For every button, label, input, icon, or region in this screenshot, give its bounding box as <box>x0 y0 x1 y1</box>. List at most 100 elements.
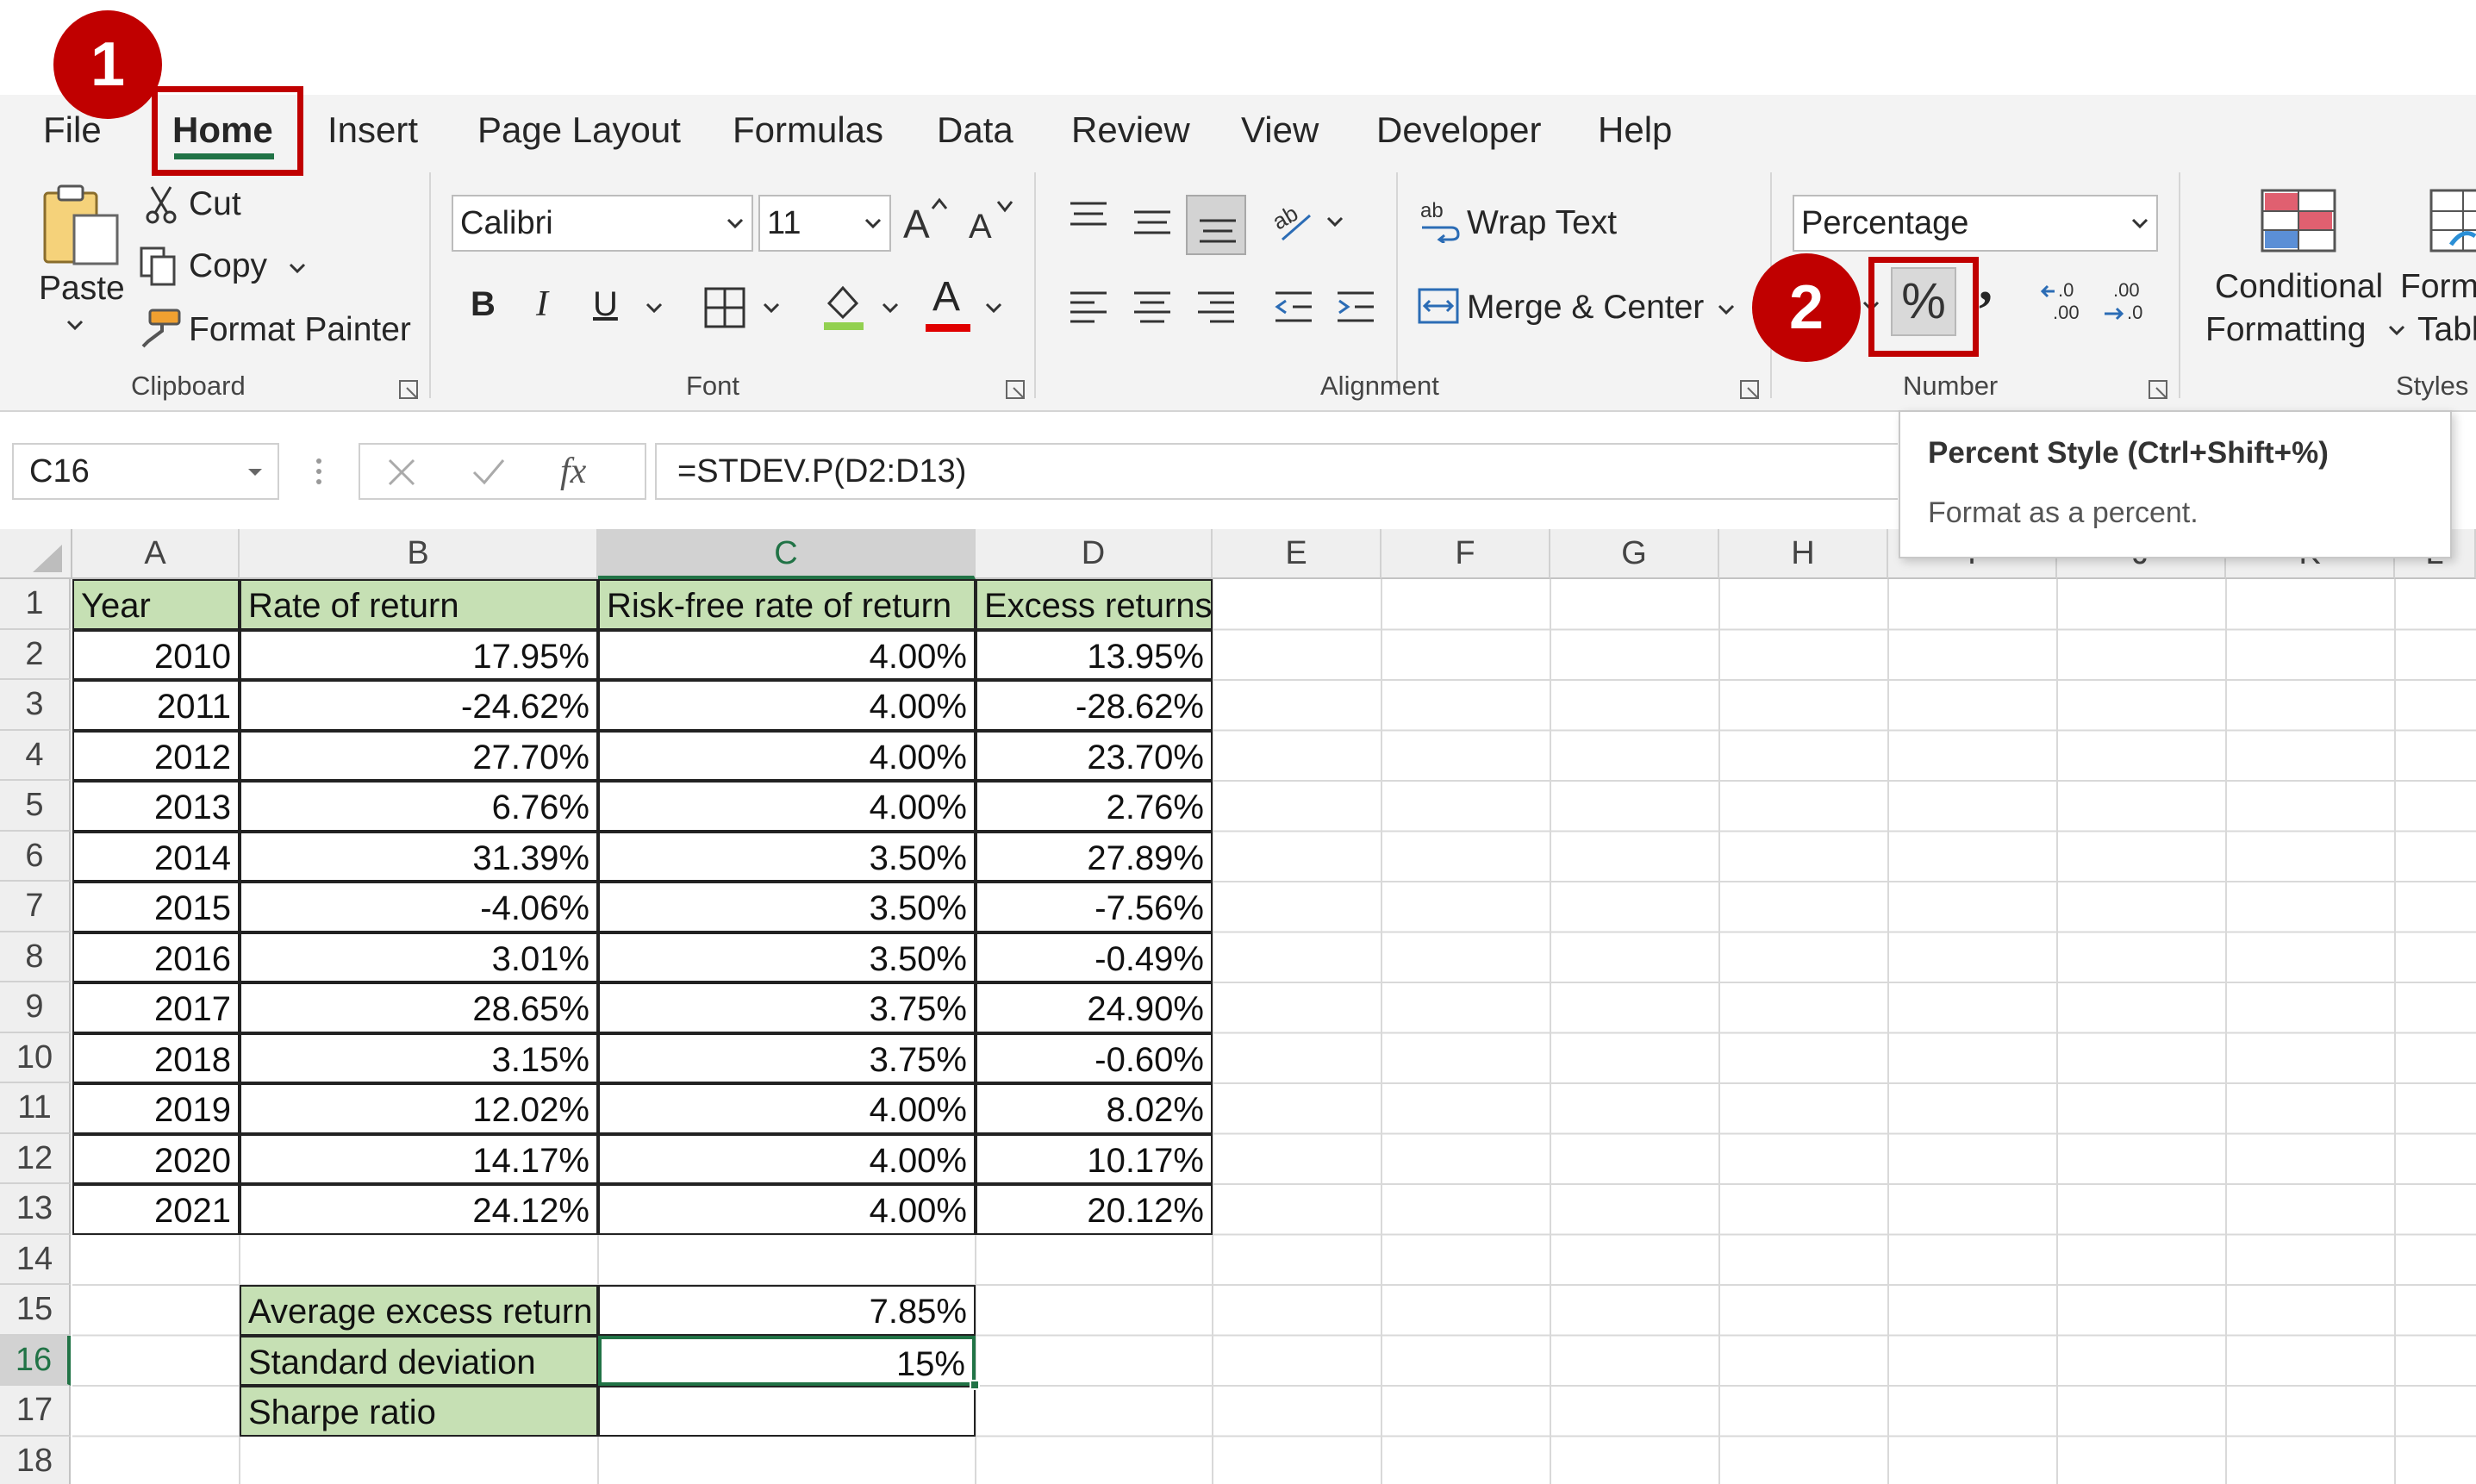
dialog-launcher-icon[interactable] <box>1739 379 1762 402</box>
row-header-8[interactable]: 8 <box>0 932 71 982</box>
orientation-icon[interactable]: ab <box>1270 198 1317 245</box>
table-cell[interactable]: 27.70% <box>240 730 598 781</box>
chevron-down-icon[interactable] <box>1717 303 1736 315</box>
table-cell[interactable]: 4.00% <box>598 1184 976 1235</box>
column-header-h[interactable]: H <box>1719 529 1888 579</box>
row-header-6[interactable]: 6 <box>0 831 71 882</box>
chevron-down-icon[interactable] <box>288 262 307 274</box>
table-cell[interactable]: 3.75% <box>598 982 976 1033</box>
font-size-select[interactable]: 11 <box>758 195 891 252</box>
table-cell[interactable]: 4.00% <box>598 629 976 680</box>
table-cell[interactable]: 20.12% <box>976 1184 1213 1235</box>
summary-label-cell[interactable]: Sharpe ratio <box>240 1386 598 1437</box>
row-header-12[interactable]: 12 <box>0 1133 71 1184</box>
row-header-11[interactable]: 11 <box>0 1083 71 1134</box>
column-header-e[interactable]: E <box>1213 529 1381 579</box>
table-cell[interactable]: 3.50% <box>598 831 976 882</box>
number-format-select[interactable]: Percentage <box>1793 195 2158 252</box>
table-cell[interactable]: 10.17% <box>976 1133 1213 1184</box>
tab-insert[interactable]: Insert <box>327 103 418 157</box>
chevron-down-icon[interactable] <box>2387 324 2406 336</box>
tab-data[interactable]: Data <box>937 103 1013 157</box>
fill-handle[interactable] <box>970 1380 980 1390</box>
table-cell[interactable]: 6.76% <box>240 781 598 832</box>
decrease-decimal-icon[interactable]: .00.0 <box>2103 279 2153 326</box>
font-color-button[interactable]: A <box>932 277 960 318</box>
table-cell[interactable]: 4.00% <box>598 730 976 781</box>
table-cell[interactable]: 17.95% <box>240 629 598 680</box>
summary-value-cell[interactable]: 7.85% <box>598 1285 976 1336</box>
table-cell[interactable]: 23.70% <box>976 730 1213 781</box>
table-cell[interactable]: 12.02% <box>240 1083 598 1134</box>
worksheet-grid[interactable]: ABCDEFGHIJKL 123456789101112131415161718… <box>0 529 2476 1484</box>
table-header-cell[interactable]: Excess returns <box>976 579 1213 630</box>
column-header-b[interactable]: B <box>240 529 598 579</box>
dialog-launcher-icon[interactable] <box>398 379 421 402</box>
table-cell[interactable]: 2019 <box>72 1083 240 1134</box>
insert-function-button[interactable]: fx <box>560 445 586 498</box>
dialog-launcher-icon[interactable] <box>1005 379 1027 402</box>
chevron-down-icon[interactable] <box>984 302 1003 314</box>
summary-label-cell[interactable]: Average excess return <box>240 1285 598 1336</box>
table-cell[interactable]: 13.95% <box>976 629 1213 680</box>
table-cell[interactable]: -28.62% <box>976 680 1213 731</box>
table-cell[interactable]: 2012 <box>72 730 240 781</box>
format-as-table-icon[interactable] <box>2429 188 2476 253</box>
align-right-icon[interactable] <box>1196 290 1236 324</box>
row-header-4[interactable]: 4 <box>0 730 71 781</box>
align-middle-icon[interactable] <box>1132 207 1172 241</box>
row-header-16[interactable]: 16 <box>0 1335 71 1386</box>
conditional-formatting-label[interactable]: Conditional <box>2215 267 2383 307</box>
name-box[interactable]: C16 <box>12 443 279 500</box>
align-center-icon[interactable] <box>1132 290 1172 324</box>
table-cell[interactable]: 2021 <box>72 1184 240 1235</box>
table-cell[interactable]: 31.39% <box>240 831 598 882</box>
chevron-down-icon[interactable] <box>881 302 900 314</box>
decrease-font-size-icon[interactable]: A <box>967 196 1015 245</box>
increase-indent-icon[interactable] <box>1336 290 1375 324</box>
decrease-indent-icon[interactable] <box>1274 290 1313 324</box>
tab-formulas[interactable]: Formulas <box>733 103 883 157</box>
paste-icon[interactable] <box>40 181 122 267</box>
increase-font-size-icon[interactable]: A <box>901 196 950 245</box>
table-cell[interactable]: 28.65% <box>240 982 598 1033</box>
more-options-icon[interactable] <box>314 457 324 486</box>
table-cell[interactable]: 24.90% <box>976 982 1213 1033</box>
table-cell[interactable]: 2015 <box>72 882 240 932</box>
cut-button[interactable]: Cut <box>189 184 241 224</box>
table-cell[interactable]: 2018 <box>72 1032 240 1083</box>
cancel-icon[interactable] <box>386 457 419 488</box>
row-header-5[interactable]: 5 <box>0 781 71 832</box>
table-cell[interactable]: 3.50% <box>598 882 976 932</box>
row-header-7[interactable]: 7 <box>0 882 71 932</box>
table-header-cell[interactable]: Year <box>72 579 240 630</box>
row-header-15[interactable]: 15 <box>0 1285 71 1336</box>
row-header-9[interactable]: 9 <box>0 982 71 1033</box>
format-as-table-label[interactable]: Forma <box>2400 267 2476 307</box>
table-cell[interactable]: 2017 <box>72 982 240 1033</box>
wrap-text-button[interactable]: Wrap Text <box>1467 203 1617 243</box>
table-cell[interactable]: 4.00% <box>598 781 976 832</box>
chevron-down-icon[interactable] <box>65 319 84 331</box>
table-cell[interactable]: 4.00% <box>598 680 976 731</box>
conditional-formatting-label-2[interactable]: Formatting <box>2205 310 2366 350</box>
table-cell[interactable]: 4.00% <box>598 1083 976 1134</box>
table-cell[interactable]: 3.15% <box>240 1032 598 1083</box>
row-header-3[interactable]: 3 <box>0 680 71 731</box>
table-cell[interactable]: 24.12% <box>240 1184 598 1235</box>
align-bottom-button[interactable] <box>1186 195 1246 255</box>
formula-input[interactable]: =STDEV.P(D2:D13) <box>655 443 1898 500</box>
tab-developer[interactable]: Developer <box>1376 103 1541 157</box>
format-painter-button[interactable]: Format Painter <box>189 310 411 350</box>
table-header-cell[interactable]: Risk-free rate of return <box>598 579 976 630</box>
underline-button[interactable]: U <box>593 284 618 324</box>
summary-value-cell[interactable] <box>598 1386 976 1437</box>
dialog-launcher-icon[interactable] <box>2148 379 2170 402</box>
bold-button[interactable]: B <box>471 284 496 324</box>
copy-button[interactable]: Copy <box>189 246 267 286</box>
format-as-table-label-2[interactable]: Tabl <box>2417 310 2476 350</box>
summary-label-cell[interactable]: Standard deviation <box>240 1335 598 1386</box>
table-cell[interactable]: 2013 <box>72 781 240 832</box>
row-header-18[interactable]: 18 <box>0 1436 71 1484</box>
table-cell[interactable]: -0.49% <box>976 932 1213 982</box>
